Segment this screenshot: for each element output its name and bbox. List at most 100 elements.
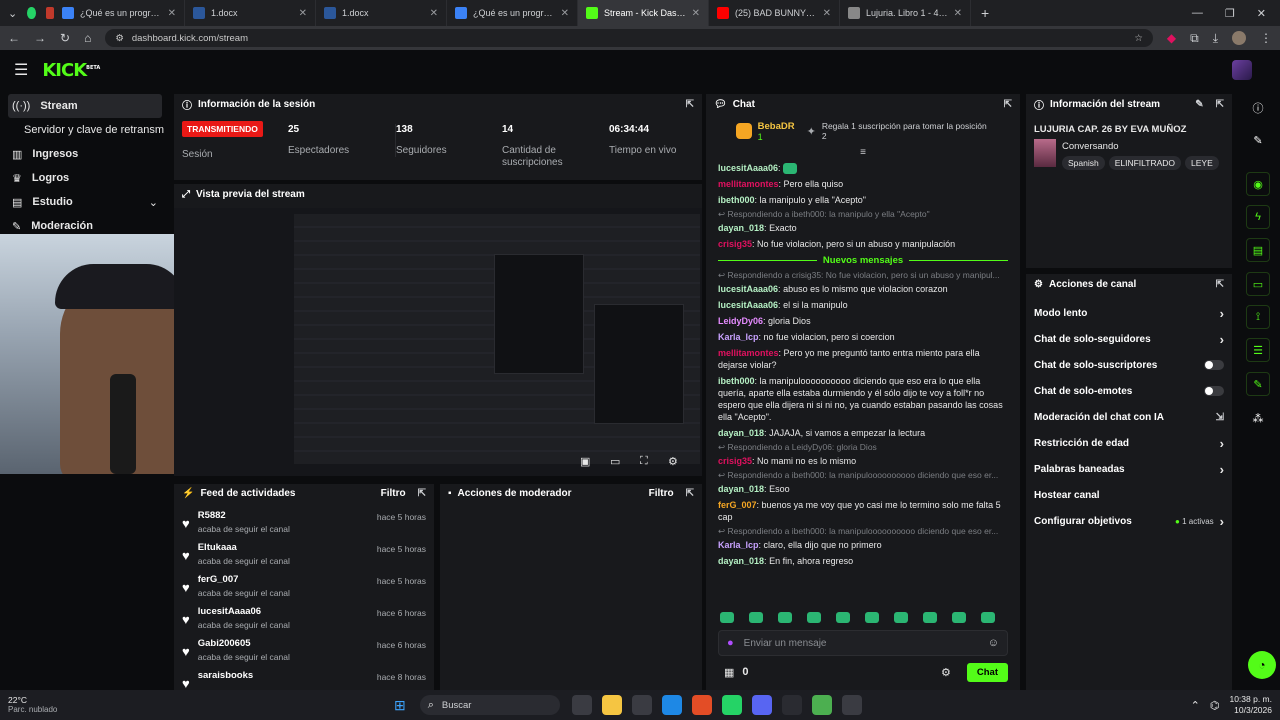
site-info-icon[interactable]: ⚙ xyxy=(115,33,124,44)
chat-message[interactable]: dayan_018: Esoo xyxy=(718,481,1008,497)
chat-input[interactable]: ● Enviar un mensaje ☺ xyxy=(718,630,1008,656)
app-icon[interactable] xyxy=(691,695,712,715)
minimize-icon[interactable]: — xyxy=(1192,7,1203,20)
chat-username[interactable]: ferG_007 xyxy=(718,500,757,510)
cast-icon[interactable]: ▭ xyxy=(610,455,620,468)
extensions-puzzle-icon[interactable]: ⧉ xyxy=(1190,31,1199,46)
emoji-icon[interactable]: ☺ xyxy=(988,637,999,649)
chat-username[interactable]: mellitamontes xyxy=(718,348,779,358)
emote-icon[interactable] xyxy=(952,612,966,623)
taskbar-search[interactable]: ⌕ Buscar xyxy=(419,695,560,715)
modactions-filter-button[interactable]: Filtro xyxy=(649,488,674,499)
calculator-icon[interactable] xyxy=(631,695,652,715)
kick-logo[interactable]: KICKBETA xyxy=(42,60,100,81)
chat-username[interactable]: ibeth000 xyxy=(718,376,755,386)
chat-username[interactable]: ibeth000 xyxy=(718,195,755,205)
home-icon[interactable]: ⌂ xyxy=(84,31,91,45)
browser-tab[interactable]: ¿Qué es un programa d ✕ xyxy=(447,0,578,26)
chat-collapse-icon[interactable]: ≡ xyxy=(706,148,1020,158)
tab-search-icon[interactable]: ⌄ xyxy=(8,7,17,20)
pinned-tab-icon[interactable] xyxy=(45,7,54,19)
chat-username[interactable]: dayan_018 xyxy=(718,556,764,566)
download-icon[interactable]: ⤓ xyxy=(1213,31,1218,46)
chat-reply-context[interactable]: ↩ Respondiendo a ibeth000: la manipulooo… xyxy=(718,469,1008,481)
wifi-icon[interactable]: ⌬ xyxy=(1210,699,1220,712)
popout-icon[interactable]: ⇱ xyxy=(686,488,694,499)
sidebar-item-server-key[interactable]: Servidor y clave de retransm xyxy=(0,118,170,142)
feed-filter-button[interactable]: Filtro xyxy=(381,488,406,499)
emote-icon[interactable] xyxy=(749,612,763,623)
chat-reply-context[interactable]: ↩ Respondiendo a LeidyDy06: gloria Dios xyxy=(718,441,1008,453)
chat-message[interactable]: LeidyDy06: gloria Dios xyxy=(718,313,1008,329)
tab-close-icon[interactable]: ✕ xyxy=(561,8,569,19)
discord-icon[interactable] xyxy=(751,695,772,715)
chat-message[interactable]: lucesitAaaa06: xyxy=(718,160,1008,176)
emote-icon[interactable] xyxy=(894,612,908,623)
emote-icon[interactable] xyxy=(923,612,937,623)
feed-item[interactable]: ♥ R5882 acaba de seguir el canal hace 5 hor… xyxy=(174,510,434,542)
popout-icon[interactable]: ⇱ xyxy=(1216,279,1224,290)
feed-item[interactable]: ♥ ferG_007 acaba de seguir el canal hace 5 … xyxy=(174,574,434,606)
popout-icon[interactable]: ⇱ xyxy=(1216,99,1224,110)
chat-reply-context[interactable]: ↩ Respondiendo a ibeth000: la manipulooo… xyxy=(718,525,1008,537)
tab-close-icon[interactable]: ✕ xyxy=(299,8,307,19)
wrench-tool-icon[interactable]: ✎ xyxy=(1246,372,1270,396)
browser-tab[interactable]: Lujuria. Libro 1 - 4735 ✕ xyxy=(840,0,971,26)
emote-icon[interactable] xyxy=(778,612,792,623)
emote-icon[interactable] xyxy=(865,612,879,623)
whatsapp-taskbar-icon[interactable] xyxy=(721,695,742,715)
chat-username[interactable]: mellitamontes xyxy=(718,179,779,189)
popout-icon[interactable]: ⇱ xyxy=(686,99,694,110)
user-avatar[interactable] xyxy=(1232,60,1252,80)
emote-icon[interactable] xyxy=(720,612,734,623)
chat-send-button[interactable]: Chat xyxy=(966,662,1008,682)
chat-reply-context[interactable]: ↩ Respondiendo a ibeth000: la manipulo y… xyxy=(718,208,1008,220)
chat-message[interactable]: dayan_018: Exacto xyxy=(718,220,1008,236)
browser-tab[interactable]: ¿Qué es un programa d ✕ xyxy=(54,0,185,26)
back-icon[interactable]: ← xyxy=(8,31,20,45)
browser-tab[interactable]: 1.docx ✕ xyxy=(316,0,447,26)
sidebar-item-stream[interactable]: ((·)) Stream xyxy=(8,94,162,118)
chat-message[interactable]: lucesitAaaa06: el si la manipulo xyxy=(718,297,1008,313)
browser-tab[interactable]: (25) BAD BUNNY - EL C ✕ xyxy=(709,0,840,26)
chat-message[interactable]: dayan_018: JAJAJA, si vamos a empezar la… xyxy=(718,425,1008,441)
toggle-switch[interactable] xyxy=(1204,360,1224,370)
chat-message[interactable]: Karla_lcp: no fue violacion, pero si coe… xyxy=(718,329,1008,345)
whatsapp-icon[interactable] xyxy=(27,7,36,19)
settings-gear-icon[interactable]: ⚙ xyxy=(668,455,678,468)
start-button-icon[interactable]: ⊞ xyxy=(394,697,406,714)
sidebar-item-ingresos[interactable]: ▥ Ingresos xyxy=(0,142,170,166)
tab-close-icon[interactable]: ✕ xyxy=(168,8,176,19)
chat-message[interactable]: lucesitAaaa06: abuso es lo mismo que vio… xyxy=(718,281,1008,297)
popout-icon[interactable]: ⇱ xyxy=(418,488,426,499)
toggle-switch[interactable] xyxy=(1204,386,1224,396)
channel-action-item[interactable]: Chat de solo-suscriptores xyxy=(1026,352,1232,378)
chat-message[interactable]: ibeth000: la manipuloooooooooo diciendo … xyxy=(718,373,1008,425)
feed-item[interactable]: ♥ saraisbooks hace 8 horas xyxy=(174,670,434,690)
chat-message[interactable]: mellitamontes: Pero yo me preguntó tanto… xyxy=(718,345,1008,373)
profile-avatar[interactable] xyxy=(1232,31,1246,45)
tab-close-icon[interactable]: ✕ xyxy=(430,8,438,19)
chat-message[interactable]: Karla_lcp: claro, ella dijo que no prime… xyxy=(718,537,1008,553)
feed-item[interactable]: ♥ Eltukaaa acaba de seguir el canal hace 5 … xyxy=(174,542,434,574)
chat-username[interactable]: Karla_lcp xyxy=(718,332,759,342)
chat-username[interactable]: crisig35 xyxy=(718,456,752,466)
picture-in-picture-icon[interactable]: ▣ xyxy=(580,455,590,468)
extension-icon[interactable]: ◆ xyxy=(1167,31,1176,45)
channel-action-item[interactable]: Configurar objetivos ● 1 activas › xyxy=(1026,508,1232,534)
close-window-icon[interactable]: ✕ xyxy=(1257,7,1266,20)
stream-tag[interactable]: LEYE xyxy=(1185,156,1219,170)
url-field[interactable]: ⚙ dashboard.kick.com/stream ☆ xyxy=(105,29,1153,47)
chat-settings-icon[interactable]: ⚙ xyxy=(941,666,951,679)
chat-username[interactable]: lucesitAaaa06 xyxy=(718,284,778,294)
file-explorer-icon[interactable] xyxy=(601,695,622,715)
channel-action-item[interactable]: Chat de solo-seguidores › xyxy=(1026,326,1232,352)
bookmark-star-icon[interactable]: ☆ xyxy=(1134,33,1143,44)
camera-tool-icon[interactable]: ◉ xyxy=(1246,172,1270,196)
new-tab-button[interactable]: + xyxy=(981,5,989,21)
edge-icon[interactable] xyxy=(661,695,682,715)
info-tool-icon[interactable]: ⓘ xyxy=(1246,96,1270,120)
chat-message[interactable]: ibeth000: la manipulo y ella "Acepto" xyxy=(718,192,1008,208)
obs-icon[interactable] xyxy=(781,695,802,715)
clock[interactable]: 10:38 p. m. 10/3/2026 xyxy=(1229,694,1272,716)
